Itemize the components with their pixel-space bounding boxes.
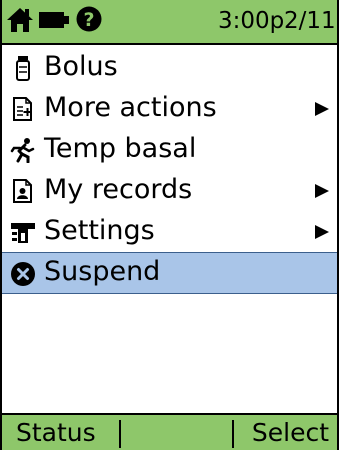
- menu-item-suspend[interactable]: Suspend: [2, 252, 337, 294]
- status-bar: ? 3:00p 2/11: [2, 0, 337, 45]
- menu-item-label: Settings: [44, 215, 155, 246]
- clock-time: 3:00p: [218, 8, 285, 34]
- menu-item-settings[interactable]: Settings: [2, 211, 337, 252]
- softkey-bar: Status Select: [2, 413, 337, 450]
- menu-item-more-actions[interactable]: More actions: [2, 88, 337, 129]
- menu-item-label: More actions: [44, 92, 217, 123]
- submenu-arrow-icon: [315, 225, 329, 239]
- menu-item-label: Temp basal: [44, 133, 197, 164]
- insulin-vial-icon: [16, 56, 30, 81]
- document-plus-icon: [13, 97, 32, 121]
- running-person-icon: [10, 138, 35, 163]
- battery-icon: [39, 12, 69, 28]
- current-date: 2/11: [284, 8, 336, 34]
- main-menu: Bolus More actions Temp basal My records…: [2, 47, 337, 294]
- pump-screen: ? 3:00p 2/11 Bolus More actions Temp bas…: [0, 0, 339, 450]
- submenu-arrow-icon: [315, 102, 329, 116]
- menu-item-my-records[interactable]: My records: [2, 170, 337, 211]
- svg-text:?: ?: [83, 9, 94, 31]
- submenu-arrow-icon: [315, 184, 329, 198]
- help-icon[interactable]: ?: [76, 5, 102, 33]
- select-softkey[interactable]: Select: [252, 415, 329, 450]
- softkey-divider: [232, 420, 234, 448]
- menu-item-label: Bolus: [44, 51, 118, 82]
- menu-item-bolus[interactable]: Bolus: [2, 47, 337, 88]
- menu-item-temp-basal[interactable]: Temp basal: [2, 129, 337, 170]
- softkey-divider: [119, 420, 121, 448]
- records-document-icon: [13, 179, 32, 203]
- menu-item-label: Suspend: [44, 256, 161, 287]
- menu-item-label: My records: [44, 174, 193, 205]
- home-icon[interactable]: [6, 6, 34, 34]
- status-softkey[interactable]: Status: [16, 415, 96, 450]
- stop-x-circle-icon: [11, 262, 35, 286]
- wrench-settings-icon: [11, 223, 35, 243]
